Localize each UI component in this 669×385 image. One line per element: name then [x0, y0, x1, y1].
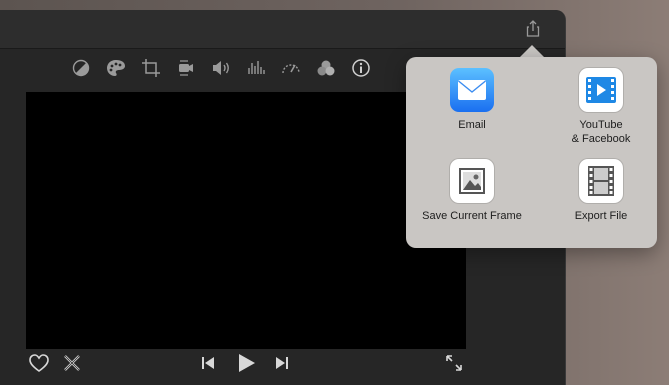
equalizer-icon[interactable]	[245, 57, 267, 79]
volume-icon[interactable]	[210, 57, 232, 79]
share-item-label: Save Current Frame	[422, 210, 522, 222]
skip-back-icon[interactable]	[197, 352, 219, 374]
film-strip-icon	[579, 159, 623, 203]
play-icon[interactable]	[234, 351, 258, 375]
share-popover: Email YouTube & Facebook Save Current Fr…	[406, 57, 657, 248]
reject-x-icon[interactable]	[61, 352, 83, 374]
mail-icon	[450, 68, 494, 112]
share-item-label: YouTube & Facebook	[571, 119, 631, 145]
playback-controls	[0, 350, 565, 380]
adjustment-toolbar	[70, 56, 385, 80]
share-item-label: Email	[458, 119, 486, 131]
video-play-icon	[579, 68, 623, 112]
share-youtube-facebook-item[interactable]: YouTube & Facebook	[551, 68, 651, 146]
crop-icon[interactable]	[140, 57, 162, 79]
share-email-item[interactable]: Email	[422, 68, 522, 132]
image-frame-icon	[450, 159, 494, 203]
video-viewer[interactable]	[26, 92, 466, 349]
share-icon[interactable]	[523, 19, 543, 39]
fullscreen-icon[interactable]	[443, 352, 465, 374]
speed-icon[interactable]	[280, 57, 302, 79]
color-correction-palette-icon[interactable]	[105, 57, 127, 79]
color-balance-icon[interactable]	[70, 57, 92, 79]
clip-filter-icon[interactable]	[315, 57, 337, 79]
title-bar	[0, 10, 565, 49]
heart-icon[interactable]	[28, 352, 50, 374]
share-item-label: Export File	[574, 210, 628, 222]
info-icon[interactable]	[350, 57, 372, 79]
stabilization-camera-icon[interactable]	[175, 57, 197, 79]
share-export-file-item[interactable]: Export File	[551, 159, 651, 223]
skip-forward-icon[interactable]	[271, 352, 293, 374]
share-save-frame-item[interactable]: Save Current Frame	[422, 159, 522, 223]
